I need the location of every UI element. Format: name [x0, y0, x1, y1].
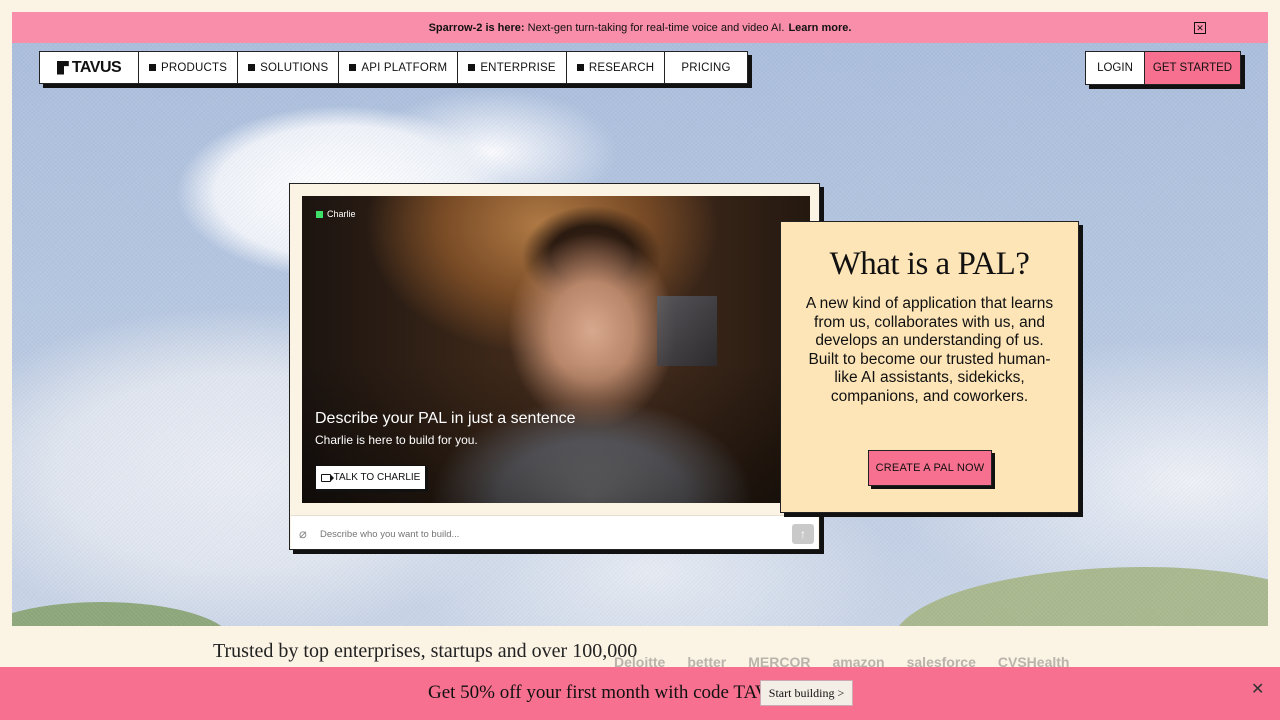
info-heading: What is a PAL? — [829, 246, 1030, 282]
logo[interactable]: TAVUS — [39, 51, 139, 84]
nav-item-solutions[interactable]: SOLUTIONS — [238, 51, 340, 84]
live-dot-icon — [316, 210, 323, 218]
nav-item-research[interactable]: RESEARCH — [566, 51, 666, 84]
nav-label: PRICING — [681, 61, 731, 74]
get-started-button[interactable]: GET STARTED — [1145, 51, 1241, 85]
square-icon — [576, 64, 584, 71]
nav-label: PRODUCTS — [161, 61, 228, 74]
promo-text: Get 50% off your first month with code T… — [428, 682, 818, 703]
square-icon — [468, 64, 476, 71]
nav-label: API PLATFORM — [361, 61, 448, 74]
video-preview[interactable]: Charlie Describe your PAL in just a sent… — [302, 196, 810, 503]
learn-more-link[interactable]: Learn more. — [788, 22, 851, 34]
announcement-text: Next-gen turn-taking for real-time voice… — [527, 21, 785, 34]
auth-buttons: LOGIN GET STARTED — [1085, 51, 1241, 85]
nav-label: ENTERPRISE — [480, 61, 556, 74]
main-nav: TAVUS PRODUCTS SOLUTIONS API PLATFORM EN… — [39, 51, 748, 84]
hill-right — [892, 567, 1268, 626]
create-pal-button[interactable]: CREATE A PAL NOW — [868, 450, 992, 486]
announcement-bold: Sparrow-2 is here: — [428, 21, 525, 34]
start-building-button[interactable]: Start building > — [760, 680, 853, 706]
talk-to-charlie-button[interactable]: TALK TO CHARLIE — [315, 465, 426, 490]
promo-bar: Get 50% off your first month with code T… — [0, 667, 1280, 720]
hill-left — [12, 602, 232, 626]
live-indicator: Charlie — [316, 209, 356, 219]
info-body: A new kind of application that learns fr… — [805, 295, 1054, 405]
demo-card: Charlie Describe your PAL in just a sent… — [289, 183, 820, 550]
nav-item-pricing[interactable]: PRICING — [665, 51, 748, 84]
nav-item-enterprise[interactable]: ENTERPRISE — [458, 51, 567, 84]
info-card: What is a PAL? A new kind of application… — [780, 221, 1079, 513]
logo-mark-icon — [56, 60, 69, 75]
talk-button-label: TALK TO CHARLIE — [333, 472, 421, 483]
arrow-up-icon[interactable]: ↑ — [792, 524, 814, 544]
close-icon[interactable]: ✕ — [1194, 22, 1206, 34]
video-title: Describe your PAL in just a sentence — [315, 410, 576, 427]
login-button[interactable]: LOGIN — [1085, 51, 1145, 85]
square-icon — [149, 64, 156, 71]
paperclip-icon[interactable]: ⌀ — [299, 526, 307, 542]
nav-label: RESEARCH — [588, 61, 655, 74]
nav-label: SOLUTIONS — [260, 61, 329, 74]
video-subtitle: Charlie is here to build for you. — [315, 433, 478, 447]
announcement-bar: Sparrow-2 is here: Next-gen turn-taking … — [12, 12, 1268, 43]
square-icon — [248, 64, 256, 71]
nav-item-products[interactable]: PRODUCTS — [139, 51, 239, 84]
nav-item-api-platform[interactable]: API PLATFORM — [339, 51, 459, 84]
prompt-bar: ⌀ ↑ — [291, 515, 818, 549]
square-icon — [349, 64, 357, 71]
logo-text: TAVUS — [71, 58, 122, 76]
live-name: Charlie — [327, 209, 356, 219]
describe-input[interactable] — [318, 523, 762, 545]
promo-close-icon[interactable]: ✕ — [1251, 679, 1264, 699]
trusted-text: Trusted by top enterprises, startups and… — [213, 640, 638, 662]
camera-icon — [320, 473, 334, 482]
